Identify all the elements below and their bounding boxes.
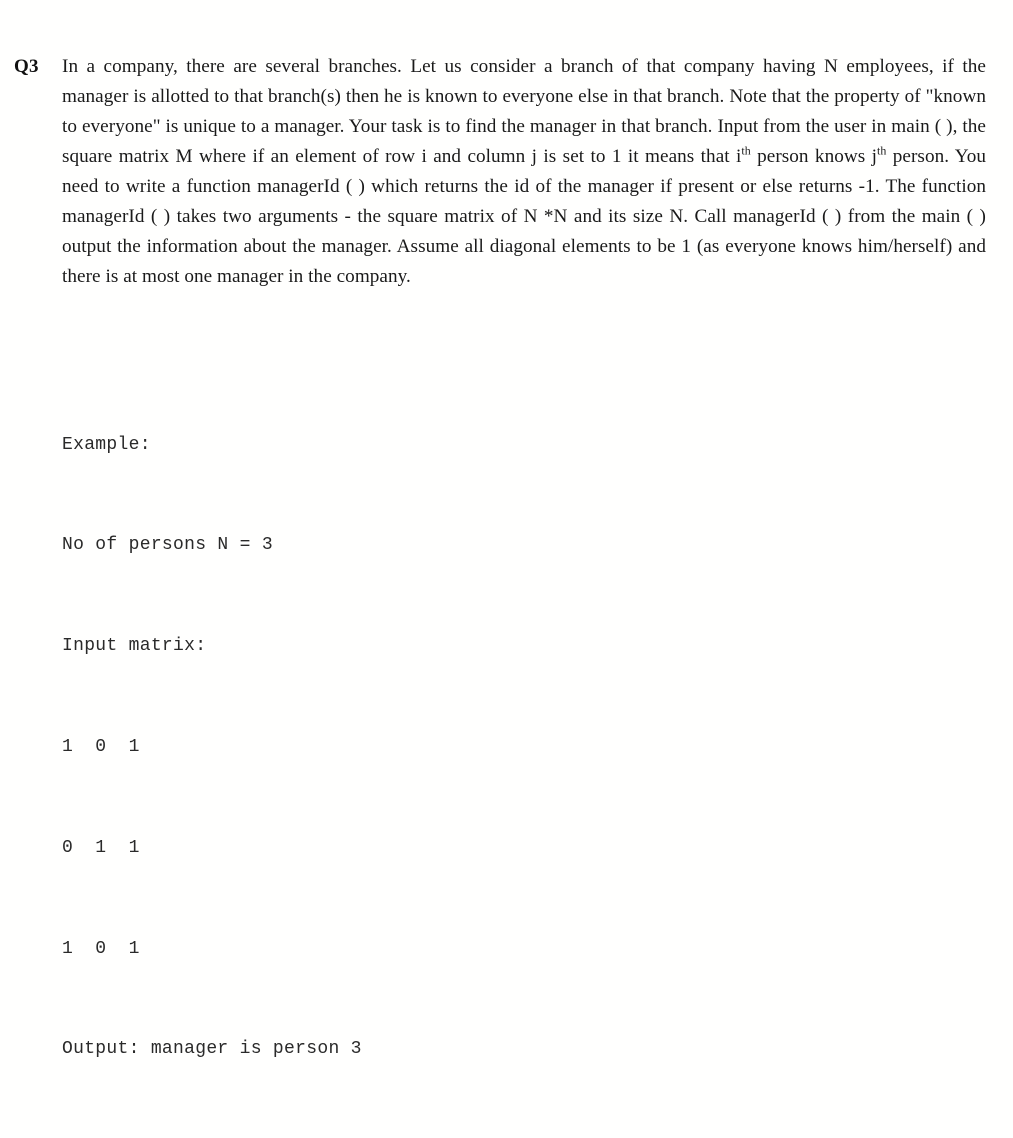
- question-block: Q3 In a company, there are several branc…: [14, 52, 986, 292]
- example-heading: Example:: [62, 434, 151, 455]
- example-output-line: Output: manager is person 3: [62, 1039, 362, 1060]
- superscript-th-column: th: [877, 143, 887, 158]
- matrix-row: 1 0 1: [62, 737, 140, 758]
- matrix-row: 1 0 1: [62, 938, 140, 959]
- example-persons-count-line: No of persons N = 3: [62, 535, 273, 556]
- superscript-th-row: th: [741, 143, 751, 158]
- question-text-part-3: person. You need to write a function man…: [62, 146, 986, 287]
- document-page: Q3 In a company, there are several branc…: [0, 0, 1013, 1059]
- matrix-row: 0 1 1: [62, 837, 140, 858]
- question-number-label: Q3: [14, 56, 39, 77]
- question-text-body: In a company, there are several branches…: [62, 52, 986, 292]
- example-matrix-heading: Input matrix:: [62, 636, 207, 657]
- example-block: Example: No of persons N = 3 Input matri…: [62, 357, 362, 1138]
- question-text-part-2: person knows j: [750, 146, 878, 167]
